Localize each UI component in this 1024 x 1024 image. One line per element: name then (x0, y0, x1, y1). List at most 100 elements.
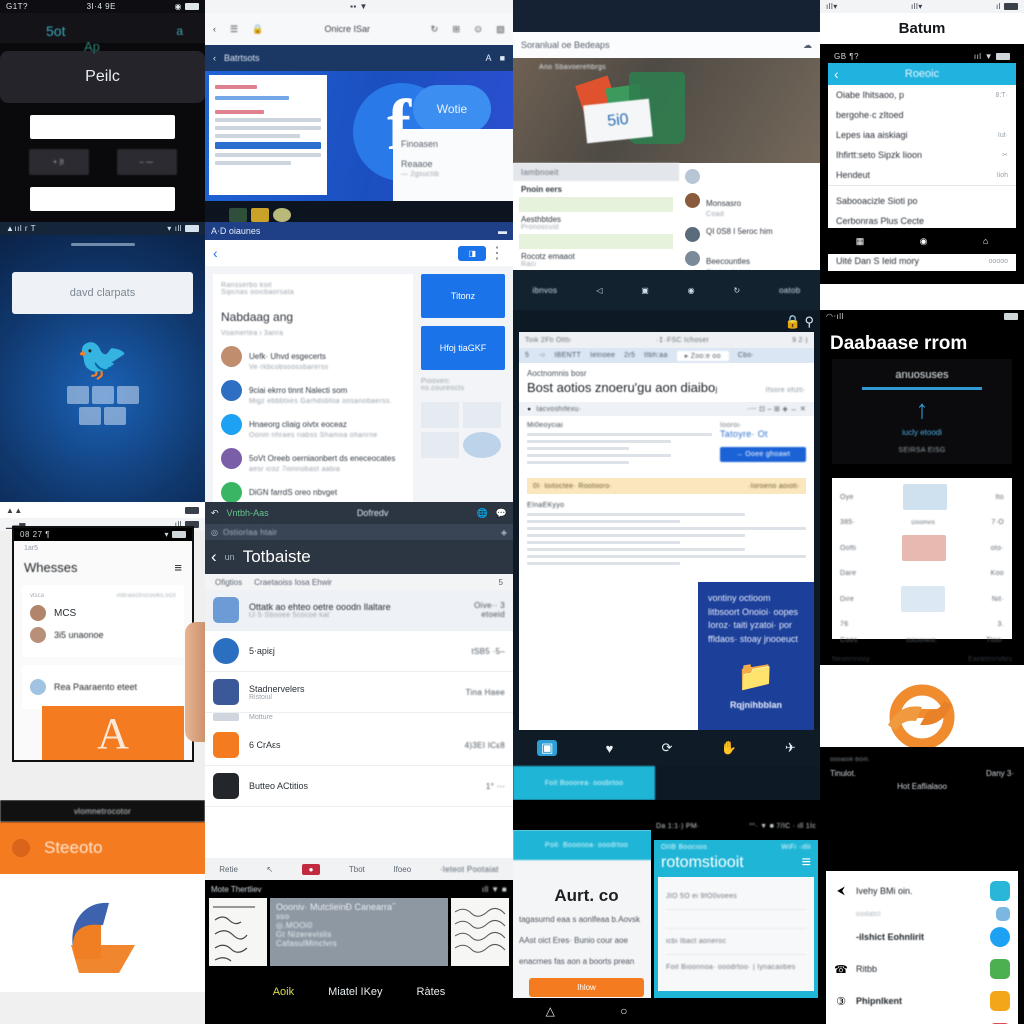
list-item[interactable]: MCS (30, 605, 176, 621)
login-button-right[interactable]: – — (116, 149, 177, 175)
left-row[interactable]: Rocotz emaaot Raci (513, 251, 679, 269)
sheet-row[interactable]: 76 3. (840, 621, 1004, 628)
center-icon[interactable]: ◉ (688, 286, 695, 295)
right-row[interactable]: Monsasro Coad (685, 193, 814, 218)
note-selected-card[interactable]: Oooniv· MutclieinÐ Canearra˝ sso ◎.MOOi0… (270, 898, 448, 966)
nav-item[interactable]: Ifoeo (393, 865, 411, 874)
menu-item[interactable]: ☸Ltdtbe liice (834, 1017, 1010, 1024)
search-input[interactable]: davd clarpats (12, 272, 193, 314)
login-field-one[interactable] (30, 115, 175, 139)
tabs-icon[interactable]: ⊞ (453, 24, 461, 35)
setting-row[interactable]: Lepes iaa aiskiagi Iut· (828, 125, 1016, 145)
menu-item[interactable]: ⮜ Ivehy BMi oin. (834, 875, 1010, 907)
table-row[interactable]: 5⋅apiεj tSB5 ·5– (205, 631, 513, 672)
back-icon[interactable]: ‹ (213, 53, 216, 63)
tab[interactable]: ·○ (538, 352, 545, 359)
side-button-secondary[interactable]: Hfoj tiaGKF (421, 326, 505, 370)
heart-icon[interactable]: ♥ (606, 741, 614, 756)
window-minimize[interactable]: ▬ (498, 226, 507, 236)
search-icon[interactable]: ⊙ (474, 24, 482, 35)
camera-icon[interactable]: ▣ (641, 286, 649, 295)
refresh-icon[interactable]: ↻ (431, 24, 439, 35)
table-row[interactable]: Motture (205, 713, 513, 725)
menu-item[interactable]: ☎ Ritbb (834, 953, 1010, 985)
tab[interactable]: 2r5 (624, 352, 635, 359)
back-icon[interactable]: ‹ (211, 547, 217, 567)
hand-icon[interactable]: ✋ (721, 740, 737, 756)
menu-item[interactable]: oodatcl (834, 907, 1010, 921)
list-item[interactable]: Hnaeorg cliaig oivtx eoceaz Oonm nhraes r… (221, 414, 405, 439)
footer-left[interactable]: Nevernnooy (832, 656, 870, 663)
right-row[interactable]: QI 0S8 I 5eroc him (685, 227, 814, 242)
search-icon[interactable]: ⚲ (804, 314, 814, 329)
sheet-row[interactable]: Dare Koo (840, 570, 1004, 577)
hamburger-icon[interactable]: ≡ (174, 560, 182, 575)
play-icon[interactable]: ◁ (596, 286, 602, 295)
table-row[interactable]: 6 CrAεs 4)3EI ICε8 (205, 725, 513, 766)
login-button-left[interactable]: + |t (28, 149, 89, 175)
tab[interactable]: Miatel IKey (328, 986, 382, 998)
refresh-icon[interactable]: ◈ (501, 528, 507, 537)
footer-right[interactable]: Eaeletmmiltes (968, 656, 1012, 663)
list-item[interactable]: 9ciai ekrro tinnt Nalecti som Migz ebbbtx… (221, 380, 405, 405)
list-item[interactable]: Uefk· Uhvd esgecerts Ve·rkbcobsoossbarers… (221, 346, 405, 371)
circle-icon[interactable]: ◉ (920, 236, 928, 247)
popup-card[interactable]: Finoasen Reaaoe — 2gsuctib (393, 129, 513, 201)
nav-badge[interactable]: ● (301, 863, 321, 875)
hamburger-icon[interactable]: ≡ (802, 854, 811, 872)
globe-icon[interactable]: 🌐 (477, 508, 488, 519)
list-item[interactable]: DiGN farrdS oreo nbvget (221, 482, 405, 502)
list-item[interactable]: JIO 5O ei 9fO0voees (666, 884, 806, 910)
list-item[interactable]: Rea Paaraento eteet (30, 679, 176, 695)
back-icon[interactable]: ‹ (834, 66, 839, 82)
sheet-row[interactable]: Oofti oto· (840, 535, 1004, 561)
overflow-icon[interactable]: ⋮ (489, 243, 505, 263)
section-tools[interactable]: ·⋯ ⊡ – ⊞ ◈ ↔ ✕ (747, 405, 806, 413)
subbar-action-b[interactable]: ■ (500, 53, 505, 63)
note-thumbnail[interactable] (209, 898, 267, 966)
tab[interactable]: Ielnoee (590, 352, 615, 359)
tab[interactable]: Cbo· (738, 352, 754, 359)
table-row[interactable]: Stadnervelers Ristoiul Tina Haee (205, 672, 513, 713)
refresh-icon[interactable]: ⟳ (661, 740, 672, 756)
side-cta-button[interactable]: → Ooee ghoawt (720, 447, 806, 462)
setting-row[interactable]: Hendeut Iioh (828, 165, 1016, 185)
back-icon[interactable]: ↶ (211, 508, 219, 519)
list-item[interactable]: 5oVt Oreeb oerniaonbert ds eneceocates ae… (221, 448, 405, 473)
list-item[interactable] (666, 910, 806, 929)
setting-row[interactable]: Oiabe Ihitsaoo, p 8:T· (828, 85, 1016, 105)
tab[interactable]: IBENTT (554, 352, 581, 359)
side-button-primary[interactable]: Titonz (421, 274, 505, 318)
menu-item[interactable]: -ilshict Eohnlirit (834, 921, 1010, 953)
subbar-action-a[interactable]: A (486, 53, 492, 63)
nav-item[interactable]: ·Ieteot Pootaiat (440, 865, 499, 874)
nav-label[interactable]: ibnvos (532, 286, 557, 295)
drag-handle[interactable] (70, 243, 135, 246)
menu-item[interactable]: ③ Phipnlkent (834, 985, 1010, 1017)
send-icon[interactable]: ✈ (785, 740, 796, 756)
nav-item[interactable]: Tbot (349, 865, 365, 874)
upload-link[interactable]: iucly etoodi (840, 428, 1004, 437)
setting-row[interactable]: bergohe·c zItoed (828, 105, 1016, 125)
refresh-icon[interactable]: ↻ (733, 286, 740, 295)
login-field-two[interactable] (30, 187, 175, 211)
back-icon[interactable]: ‹ (213, 245, 218, 261)
chat-icon[interactable]: 💬 (496, 508, 507, 519)
tab[interactable]: 5 (525, 352, 529, 359)
menu-icon[interactable]: ▧ (496, 24, 505, 35)
nav-item[interactable]: Retie (219, 865, 238, 874)
share-icon[interactable]: ☰ (230, 24, 238, 35)
cta-button[interactable]: Ihlow (529, 978, 644, 998)
install-button[interactable]: ◨ (458, 245, 486, 261)
url-bar[interactable]: ◎ Ostiorlaa htair ◈ (205, 524, 513, 540)
table-row[interactable]: Butteo ACtitios 1° ⋯ (205, 766, 513, 807)
setting-row[interactable]: Uité Dan S Ieid mory ooooo (828, 251, 1016, 271)
list-item[interactable]: Foit Bioonnoa· ooodrtoo· | Iynacaiibes (666, 955, 806, 980)
list-item[interactable]: 3i5 unaonoe (30, 627, 176, 643)
nav-label-right[interactable]: oatob (779, 286, 801, 295)
sheet-row[interactable]: Dire Nit· (840, 586, 1004, 612)
gallery-icon[interactable]: ▣ (537, 740, 558, 756)
thumbnail[interactable] (421, 432, 459, 458)
upload-arrow-icon[interactable]: ↑ (840, 396, 1004, 422)
bell-icon[interactable]: ☁ (803, 40, 812, 51)
